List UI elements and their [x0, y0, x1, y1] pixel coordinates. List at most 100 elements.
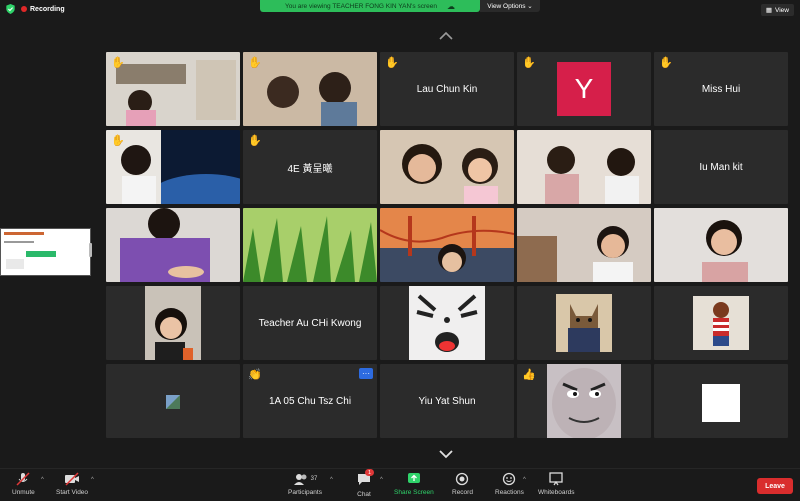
participant-video [106, 130, 240, 204]
shield-icon [6, 4, 15, 14]
record-button[interactable]: Record [452, 472, 473, 496]
participant-video [145, 286, 201, 360]
participants-label: Participants [288, 489, 322, 496]
unmute-label: Unmute [12, 489, 35, 496]
viewing-banner-text: You are viewing TEACHER FONG KIN YAN's s… [284, 2, 437, 10]
avatar-letter: Y [574, 73, 594, 104]
caret-up-icon[interactable]: ^ [523, 477, 526, 483]
share-screen-label: Share Screen [394, 489, 434, 496]
participant-tile[interactable]: Teacher Au CHi Kwong [243, 286, 377, 360]
participant-tile[interactable] [380, 286, 514, 360]
thumbnail-resize-handle[interactable] [89, 243, 92, 257]
leave-label: Leave [765, 482, 785, 490]
participant-tile[interactable] [517, 208, 651, 282]
participant-video [547, 364, 621, 438]
grid-icon: ▦ [765, 7, 773, 14]
participant-tile[interactable] [106, 286, 240, 360]
unmute-button[interactable]: Unmute [12, 472, 35, 496]
participant-tile[interactable]: ✋ Miss Hui [654, 52, 788, 126]
whiteboard-icon [549, 472, 563, 486]
viewing-banner: You are viewing TEACHER FONG KIN YAN's s… [260, 0, 480, 12]
recording-status: Recording [21, 6, 65, 13]
participant-video [243, 208, 377, 282]
whiteboards-label: Whiteboards [538, 489, 575, 496]
share-screen-button[interactable]: Share Screen [394, 472, 434, 496]
participant-tile[interactable] [654, 286, 788, 360]
meeting-toolbar: Unmute ^ Start Video ^ 37 Participants ^… [0, 468, 800, 501]
reactions-icon [503, 472, 516, 486]
view-label: View [775, 6, 789, 14]
chat-label: Chat [357, 491, 371, 498]
raised-hand-icon: ✋ [111, 135, 125, 147]
blank-video [702, 384, 740, 422]
participant-video [166, 395, 180, 409]
leave-button[interactable]: Leave [757, 478, 793, 494]
participant-tile[interactable] [106, 208, 240, 282]
chat-button[interactable]: 1 Chat [356, 469, 374, 498]
participant-video [409, 286, 485, 360]
chevron-down-icon[interactable] [438, 449, 454, 459]
participant-tile[interactable] [517, 130, 651, 204]
participant-tile[interactable] [106, 364, 240, 438]
participant-tile[interactable] [517, 286, 651, 360]
recording-indicator: Recording [6, 4, 65, 14]
view-options-label: View Options ⌄ [487, 3, 533, 10]
view-button[interactable]: ▦ View [760, 4, 794, 16]
raised-hand-icon: ✋ [248, 57, 262, 69]
view-options-button[interactable]: View Options ⌄ [480, 0, 540, 12]
participant-video [556, 294, 612, 352]
participant-tile[interactable] [654, 208, 788, 282]
participant-tile[interactable]: ✋ [106, 52, 240, 126]
participant-tile[interactable] [380, 208, 514, 282]
caret-up-icon[interactable]: ^ [91, 477, 94, 483]
participant-tile[interactable]: ✋ Lau Chun Kin [380, 52, 514, 126]
participant-tile[interactable]: Yiu Yat Shun [380, 364, 514, 438]
participant-tile[interactable]: 👍 [517, 364, 651, 438]
shared-screen-thumbnail[interactable] [0, 228, 91, 276]
participant-gallery: ✋ ✋ ✋ Lau Chun Kin ✋ Y ✋ Miss Hui ✋ ✋ 4E… [106, 52, 788, 442]
record-dot-icon [21, 6, 27, 12]
participant-tile[interactable]: Iu Man kit [654, 130, 788, 204]
caret-up-icon[interactable]: ^ [380, 477, 383, 483]
participant-video [517, 208, 651, 282]
participant-video [243, 52, 377, 126]
start-video-label: Start Video [56, 489, 89, 496]
participant-name: 1A 05 Chu Tsz Chi [268, 395, 352, 407]
participant-tile[interactable]: ✋ [243, 52, 377, 126]
participant-tile[interactable] [243, 208, 377, 282]
whiteboards-button[interactable]: Whiteboards [538, 472, 575, 496]
avatar: Y [557, 62, 611, 116]
participant-tile[interactable]: ✋ 4E 黃呈曦 [243, 130, 377, 204]
participant-video [106, 52, 240, 126]
participant-tile[interactable] [380, 130, 514, 204]
participant-video [380, 208, 514, 282]
participant-name: Miss Hui [701, 83, 741, 95]
video-off-icon [65, 472, 80, 486]
start-video-button[interactable]: Start Video [56, 472, 88, 496]
participant-tile[interactable] [654, 364, 788, 438]
caret-up-icon[interactable]: ^ [330, 477, 333, 483]
participant-name: 4E 黃呈曦 [287, 163, 333, 175]
thumbs-up-icon: 👍 [522, 369, 536, 381]
record-label: Record [452, 489, 473, 496]
cloud-icon: ☁ [447, 1, 455, 11]
participant-name: Teacher Au CHi Kwong [258, 317, 362, 329]
participant-tile[interactable]: 👏 ··· 1A 05 Chu Tsz Chi [243, 364, 377, 438]
caret-up-icon[interactable]: ^ [41, 477, 44, 483]
reactions-button[interactable]: Reactions [495, 472, 524, 496]
chevron-up-icon[interactable] [438, 31, 454, 41]
participant-name: Yiu Yat Shun [418, 395, 476, 407]
participant-video [380, 130, 514, 204]
participant-video [654, 208, 788, 282]
participant-name: Iu Man kit [699, 161, 743, 173]
participants-button[interactable]: 37 Participants [288, 472, 322, 496]
participant-name: Lau Chun Kin [416, 83, 478, 95]
reactions-label: Reactions [495, 489, 524, 496]
share-screen-icon [407, 473, 420, 483]
chat-badge: 1 [365, 469, 374, 476]
record-icon [456, 472, 469, 486]
participant-video [517, 130, 651, 204]
participant-tile[interactable]: ✋ Y [517, 52, 651, 126]
muted-mic-icon [16, 472, 30, 486]
participant-tile[interactable]: ✋ [106, 130, 240, 204]
